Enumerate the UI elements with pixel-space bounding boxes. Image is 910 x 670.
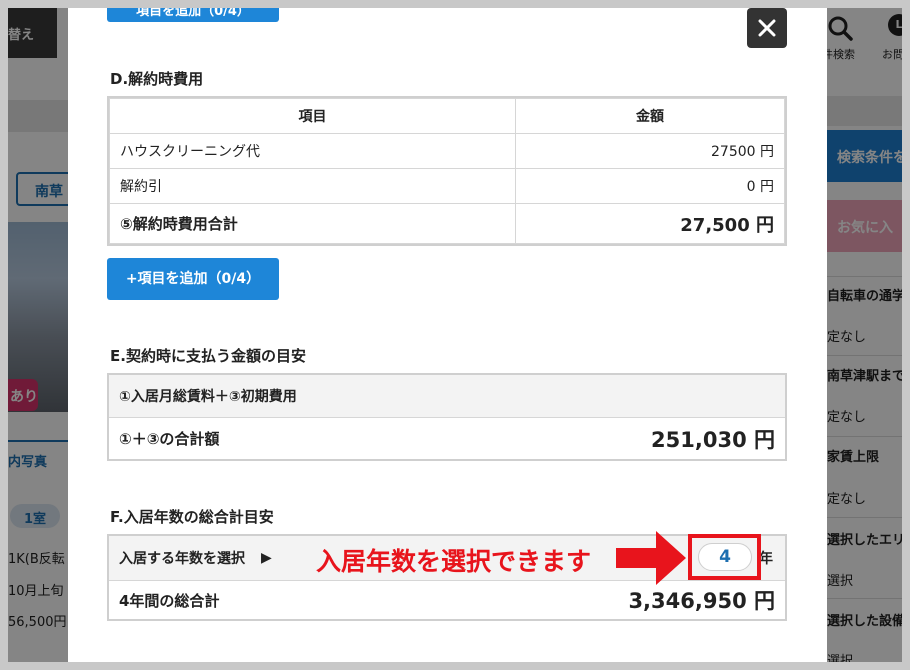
formula-row: ①入居月総賃料＋③初期費用 [109,375,785,418]
column-header-amount: 金額 [515,98,785,134]
cost-modal: 項目を追加（0/4） D.解約時費用 項目 金額 ハウスクリーニング代 2750… [68,8,827,670]
add-item-button[interactable]: 項目を追加（0/4） [107,8,279,22]
total-label: ⑤解約時費用合計 [109,203,516,244]
total-value: 27,500 円 [515,203,785,244]
cost-item-name: ハウスクリーニング代 [109,133,516,169]
column-header-item: 項目 [109,98,516,134]
total-row: ①＋③の合計額 251,030 円 [109,418,785,459]
section-d-title: D.解約時費用 [110,70,204,88]
play-icon: ▶ [261,550,272,566]
section-e-box: ①入居月総賃料＋③初期費用 ①＋③の合計額 251,030 円 [107,373,787,461]
formula-label: ①入居月総賃料＋③初期費用 [119,389,297,405]
total-label: 4年間の総合計 [119,591,220,610]
close-icon [758,19,776,37]
section-f-title: F.入居年数の総合計目安 [110,508,274,526]
section-e-title: E.契約時に支払う金額の目安 [110,347,306,365]
arrow-right-icon [616,531,686,585]
total-row: ⑤解約時費用合計 27,500 円 [109,203,785,244]
close-button[interactable] [747,8,787,48]
section-d-table: 項目 金額 ハウスクリーニング代 27500 円 解約引 0 円 ⑤解約時費用合… [109,98,785,244]
annotation-text: 入居年数を選択できます [316,547,592,576]
cost-item-amount: 27500 円 [515,133,785,169]
cost-item-name: 解約引 [109,168,516,204]
year-unit: 年 [759,551,773,567]
total-value: 251,030 円 [651,427,775,452]
cost-item-amount: 0 円 [515,168,785,204]
total-value: 3,346,950 円 [628,589,775,613]
year-select-label: 入居する年数を選択 [119,551,245,567]
table-row: 解約引 0 円 [109,168,785,204]
table-row: ハウスクリーニング代 27500 円 [109,133,785,169]
add-item-button[interactable]: +項目を追加（0/4） [107,258,279,300]
total-label: ①＋③の合計額 [119,430,220,448]
year-select[interactable]: 4 [698,543,752,571]
